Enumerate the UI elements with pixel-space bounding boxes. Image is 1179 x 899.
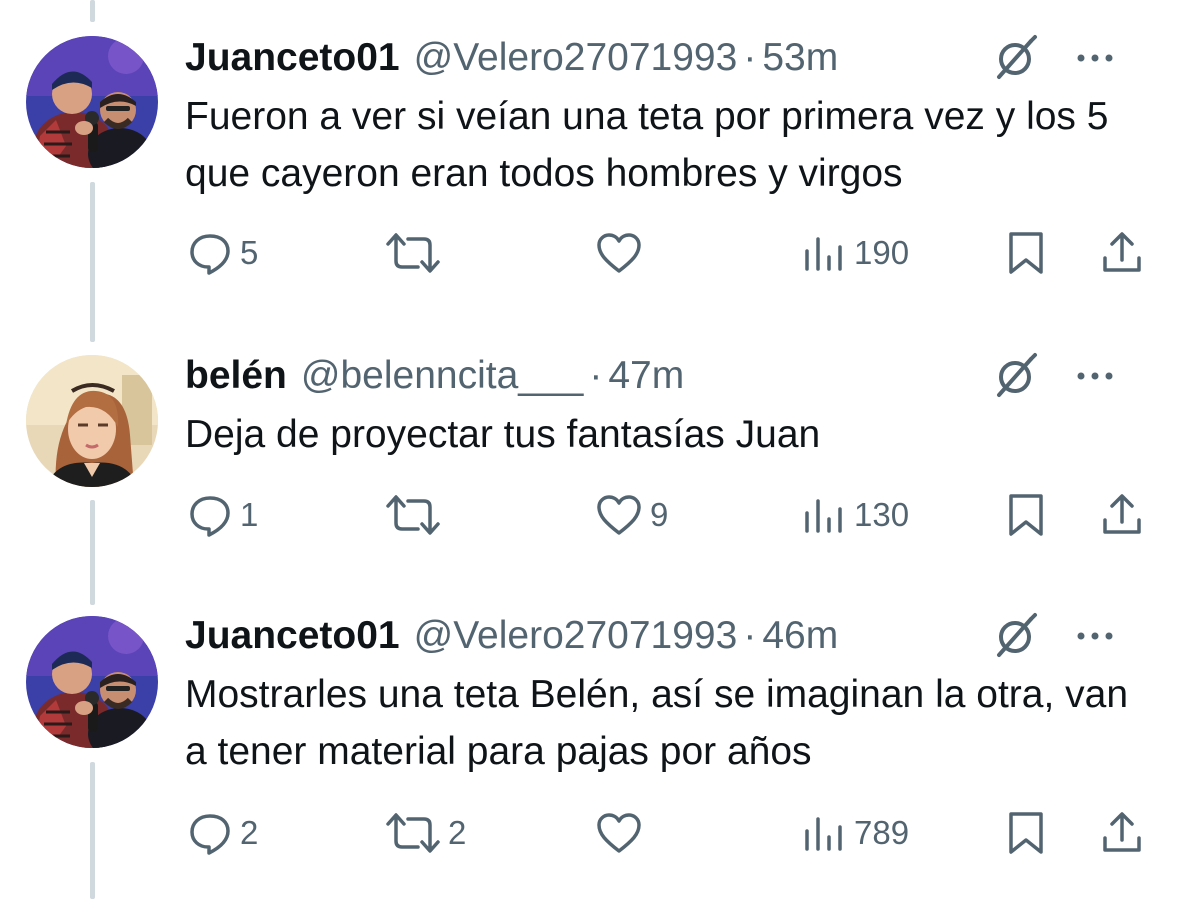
heart-icon <box>597 495 641 535</box>
avatar[interactable] <box>26 355 158 487</box>
bookmark-icon <box>1009 232 1043 274</box>
bookmark-button[interactable] <box>1006 808 1046 858</box>
views-button[interactable]: 130 <box>802 490 909 540</box>
grok-icon[interactable] <box>991 351 1041 401</box>
bookmark-button[interactable] <box>1006 228 1046 278</box>
avatar[interactable] <box>26 616 158 748</box>
views-count: 190 <box>854 234 910 271</box>
like-count: 9 <box>650 496 669 533</box>
repost-button[interactable] <box>386 228 448 278</box>
timestamp[interactable]: 53m <box>762 36 838 80</box>
share-icon <box>1103 232 1141 272</box>
share-button[interactable] <box>1100 228 1144 278</box>
display-name[interactable]: Juanceto01 <box>185 614 400 658</box>
tweet-actions: 2 2 789 <box>0 808 1179 858</box>
views-icon <box>805 237 842 271</box>
like-button[interactable] <box>596 808 650 858</box>
views-button[interactable]: 789 <box>802 808 909 858</box>
tweet-text: Fueron a ver si veían una teta por prime… <box>185 95 1109 195</box>
repost-icon <box>386 495 440 535</box>
tweet[interactable]: belén @belenncita___ · 47m Deja de proye… <box>0 300 1179 590</box>
repost-button[interactable]: 2 <box>386 808 466 858</box>
tweet-header: Juanceto01 @Velero27071993 · 46m <box>185 611 1149 661</box>
more-icon[interactable] <box>1073 351 1117 401</box>
more-icon[interactable] <box>1073 611 1117 661</box>
user-handle[interactable]: @Velero27071993 <box>414 36 738 80</box>
tweet-actions: 5 190 <box>0 228 1179 278</box>
heart-icon <box>597 233 641 273</box>
tweet-text: Mostrarles una teta Belén, así se imagin… <box>185 673 1129 773</box>
reply-icon <box>190 496 230 537</box>
reply-icon <box>190 234 230 275</box>
grok-icon[interactable] <box>991 33 1041 83</box>
repost-icon <box>386 233 440 273</box>
like-button[interactable]: 9 <box>596 490 668 540</box>
separator-dot: · <box>743 36 757 79</box>
views-count: 130 <box>854 496 910 533</box>
repost-icon <box>386 813 440 853</box>
share-icon <box>1103 812 1141 852</box>
separator-dot: · <box>589 354 603 397</box>
reply-button[interactable]: 1 <box>188 490 258 540</box>
reply-count: 2 <box>240 814 259 851</box>
tweet-text: Deja de proyectar tus fantasías Juan <box>185 413 821 456</box>
repost-count: 2 <box>448 814 467 851</box>
avatar[interactable] <box>26 36 158 168</box>
timestamp[interactable]: 47m <box>608 354 684 398</box>
repost-button[interactable] <box>386 490 448 540</box>
views-count: 789 <box>854 814 910 851</box>
separator-dot: · <box>743 614 757 657</box>
share-button[interactable] <box>1100 808 1144 858</box>
bookmark-icon <box>1009 494 1043 536</box>
reply-icon <box>190 814 230 855</box>
tweet-thread: Juanceto01 @Velero27071993 · 53m Fueron … <box>0 0 1179 899</box>
grok-icon[interactable] <box>991 611 1041 661</box>
more-icon[interactable] <box>1073 33 1117 83</box>
tweet-header: belén @belenncita___ · 47m <box>185 351 1149 401</box>
display-name[interactable]: belén <box>185 354 287 398</box>
reply-count: 5 <box>240 234 259 271</box>
tweet[interactable]: Juanceto01 @Velero27071993 · 46m Mostrar… <box>0 590 1179 899</box>
like-button[interactable] <box>596 228 650 278</box>
reply-count: 1 <box>240 496 259 533</box>
tweet-actions: 1 9 130 <box>0 490 1179 540</box>
views-icon <box>805 499 842 533</box>
display-name[interactable]: Juanceto01 <box>185 36 400 80</box>
user-handle[interactable]: @Velero27071993 <box>414 614 738 658</box>
share-icon <box>1103 494 1141 534</box>
views-icon <box>805 817 842 851</box>
tweet[interactable]: Juanceto01 @Velero27071993 · 53m Fueron … <box>0 0 1179 300</box>
bookmark-button[interactable] <box>1006 490 1046 540</box>
heart-icon <box>597 813 641 853</box>
timestamp[interactable]: 46m <box>762 614 838 658</box>
reply-button[interactable]: 2 <box>188 808 258 858</box>
views-button[interactable]: 190 <box>802 228 909 278</box>
share-button[interactable] <box>1100 490 1144 540</box>
user-handle[interactable]: @belenncita___ <box>301 354 583 398</box>
bookmark-icon <box>1009 812 1043 854</box>
reply-button[interactable]: 5 <box>188 228 258 278</box>
tweet-header: Juanceto01 @Velero27071993 · 53m <box>185 33 1149 83</box>
